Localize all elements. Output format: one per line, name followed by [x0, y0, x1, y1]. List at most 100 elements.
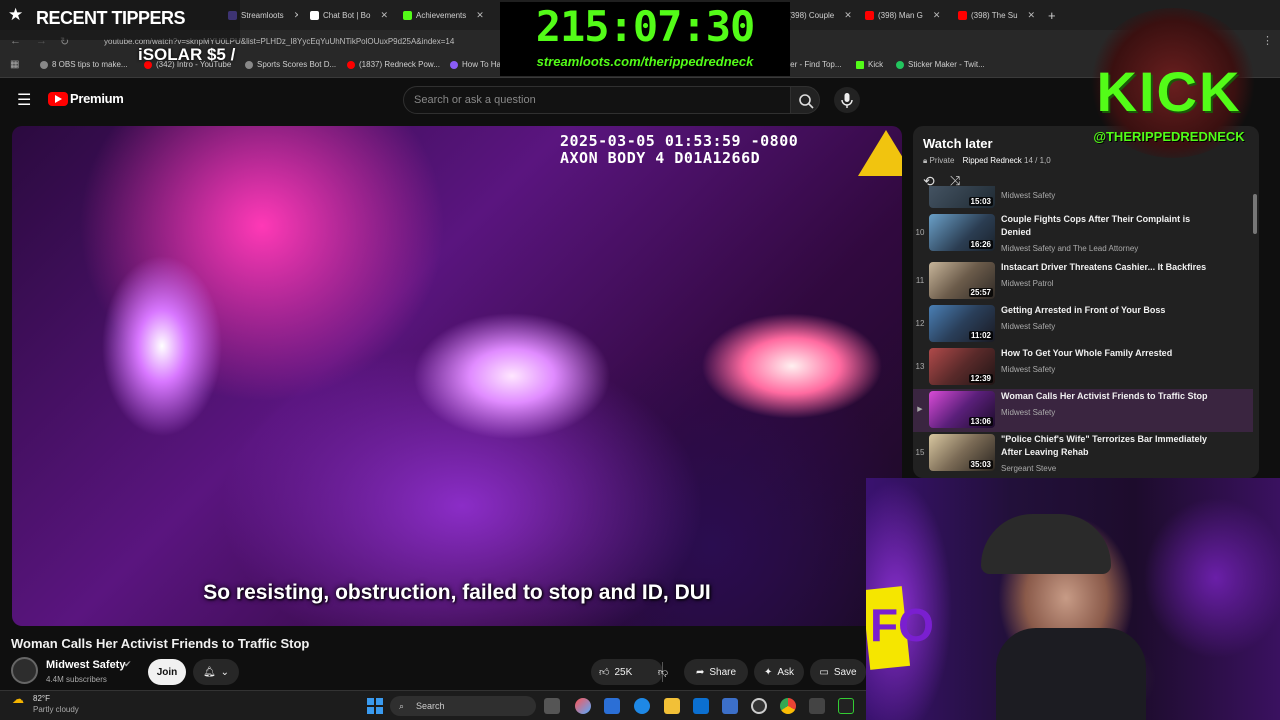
weather-icon: ☁︎ — [12, 692, 24, 706]
video-thumbnail: 35:03 — [929, 434, 995, 471]
browser-tab[interactable]: (398) Man G ✕ — [865, 4, 947, 26]
bookmark-item[interactable]: Sticker Maker - Twit... — [896, 60, 985, 69]
mail-icon[interactable] — [722, 698, 738, 714]
recent-tippers-overlay: ★ RECENT TIPPERS — [0, 0, 240, 40]
bookmark-label: (1837) Redneck Pow... — [359, 60, 440, 69]
bookmark-item[interactable]: Sports Scores Bot D... — [245, 60, 336, 69]
weather-temp[interactable]: 82°F — [33, 694, 50, 703]
bodycam-datetime: 2025-03-05 01:53:59 -0800 — [560, 132, 799, 150]
search-button[interactable] — [790, 86, 820, 114]
playlist-item-current[interactable]: ▶ 13:06 Woman Calls Her Activist Friends… — [913, 389, 1253, 432]
task-view-icon[interactable] — [544, 698, 560, 714]
playlist-item[interactable]: 13 12:39 How To Get Your Whole Family Ar… — [913, 346, 1253, 389]
close-tab-icon[interactable]: ✕ — [294, 10, 298, 21]
webcam-sign-text: FO — [870, 599, 934, 651]
streamer-shirt — [996, 628, 1146, 720]
share-label: Share — [709, 666, 737, 678]
obs-icon[interactable] — [751, 698, 767, 714]
video-duration: 25:57 — [968, 288, 993, 297]
dislike-button[interactable]: 👎︎ — [649, 659, 677, 685]
subscriber-count: 4.4M subscribers — [46, 675, 107, 684]
kick-logo-text: KICK — [1096, 60, 1242, 123]
video-player[interactable]: 2025-03-05 01:53:59 -0800 AXON BODY 4 D0… — [12, 126, 902, 626]
bookmark-item[interactable]: 8 OBS tips to make... — [40, 60, 128, 69]
copilot-icon[interactable] — [575, 698, 591, 714]
playlist-item[interactable]: 15:03 Midwest Safety — [913, 186, 1253, 210]
bookmark-item[interactable]: (1837) Redneck Pow... — [347, 60, 440, 69]
close-tab-icon[interactable]: ✕ — [1028, 10, 1036, 21]
browser-tab[interactable]: Chat Bot | Bo ✕ — [310, 4, 390, 26]
save-button[interactable]: ▭ Save — [810, 659, 866, 685]
taskbar-search[interactable]: ⌕ Search — [390, 696, 536, 716]
youtube-logo-icon[interactable] — [48, 92, 68, 106]
video-duration: 15:03 — [968, 197, 993, 206]
video-title: Woman Calls Her Activist Friends to Traf… — [1001, 391, 1208, 401]
countdown-overlay: 215:07:30 streamloots.com/therippedredne… — [500, 2, 790, 76]
video-duration: 11:02 — [968, 331, 993, 340]
playlist-owner[interactable]: Ripped Redneck — [963, 156, 1022, 165]
search-input[interactable]: Search or ask a question — [403, 86, 791, 114]
chrome-icon[interactable] — [780, 698, 796, 714]
video-thumbnail: 12:39 — [929, 348, 995, 385]
bookmark-icon: ▭ — [819, 666, 829, 678]
thumbs-up-icon: 👍︎ — [599, 667, 610, 678]
tab-label: Streamloots — [241, 10, 284, 20]
app-icon[interactable] — [809, 698, 825, 714]
browser-tab[interactable]: Achievements ✕ — [403, 4, 483, 26]
kick-favicon-icon — [856, 60, 864, 69]
video-channel: Midwest Safety — [1001, 322, 1056, 331]
playlist-index: 10 — [915, 228, 925, 237]
tab-label: (398) Man G — [878, 10, 923, 20]
bookmark-favicon-icon — [896, 60, 904, 69]
notifications-button[interactable]: 🔔︎ ⌄ — [193, 659, 239, 685]
playlist-item[interactable]: 12 11:02 Getting Arrested in Front of Yo… — [913, 303, 1253, 346]
playlist-item[interactable]: 10 16:26 Couple Fights Cops After Their … — [913, 212, 1253, 255]
kick-favicon-icon — [403, 10, 412, 20]
close-tab-icon[interactable]: ✕ — [380, 10, 388, 21]
voice-search-button[interactable] — [834, 87, 860, 113]
start-button-icon[interactable] — [367, 698, 383, 714]
close-tab-icon[interactable]: ✕ — [476, 10, 483, 21]
bookmark-item[interactable]: How To Ha — [450, 60, 501, 69]
channel-name[interactable]: Midwest Safety — [46, 659, 125, 671]
apps-grid-icon[interactable]: ▦ — [10, 59, 19, 70]
browser-tab[interactable]: (398) The Su ✕ — [958, 4, 1040, 26]
lock-icon: 🔒︎ — [923, 156, 928, 165]
bookmark-label: Sports Scores Bot D... — [257, 60, 337, 69]
thumbs-down-icon: 👎︎ — [657, 667, 669, 678]
playlist-title[interactable]: Watch later — [923, 136, 993, 151]
browser-icon[interactable] — [634, 698, 650, 714]
video-duration: 16:26 — [968, 240, 993, 249]
ask-button[interactable]: ✦ Ask — [754, 659, 804, 685]
playlist-item[interactable]: 15 35:03 "Police Chief's Wife" Terrorize… — [913, 432, 1253, 475]
video-title: How To Get Your Whole Family Arrested — [1001, 348, 1173, 358]
verified-icon: ✔ — [124, 659, 132, 669]
tipper-entry: iSOLAR $5 / — [138, 45, 236, 64]
new-tab-button[interactable]: + — [1048, 4, 1064, 26]
tab-label: (398) Couple — [788, 10, 835, 20]
browser-menu-icon[interactable]: ⋮ — [1262, 34, 1273, 47]
ask-label: Ask — [777, 666, 795, 678]
youtube-favicon-icon — [865, 10, 874, 20]
playlist-item[interactable]: 11 25:57 Instacart Driver Threatens Cash… — [913, 260, 1253, 303]
close-tab-icon[interactable]: ✕ — [933, 10, 941, 21]
terminal-icon[interactable] — [838, 698, 854, 714]
store-icon[interactable] — [693, 698, 709, 714]
video-title: Getting Arrested in Front of Your Boss — [1001, 305, 1166, 315]
playlist-panel: Watch later 🔒︎ Private Ripped Redneck 14… — [913, 126, 1259, 478]
kick-handle: @THERIPPEDREDNECK — [1093, 129, 1245, 144]
share-button[interactable]: ➦ Share — [684, 659, 748, 685]
close-tab-icon[interactable]: ✕ — [844, 10, 852, 21]
edge-icon[interactable] — [604, 698, 620, 714]
playlist-scrollbar[interactable] — [1253, 194, 1257, 234]
file-explorer-icon[interactable] — [664, 698, 680, 714]
microphone-icon — [841, 93, 853, 108]
hamburger-menu-icon[interactable]: ☰ — [17, 90, 31, 110]
weather-desc[interactable]: Partly cloudy — [33, 705, 79, 714]
youtube-favicon-icon — [347, 60, 355, 69]
bookmark-favicon-icon — [245, 60, 253, 69]
join-button[interactable]: Join — [148, 659, 186, 685]
bookmark-item[interactable]: Kick — [856, 60, 883, 69]
channel-avatar[interactable] — [11, 657, 38, 684]
search-icon: ⌕ — [399, 701, 405, 711]
